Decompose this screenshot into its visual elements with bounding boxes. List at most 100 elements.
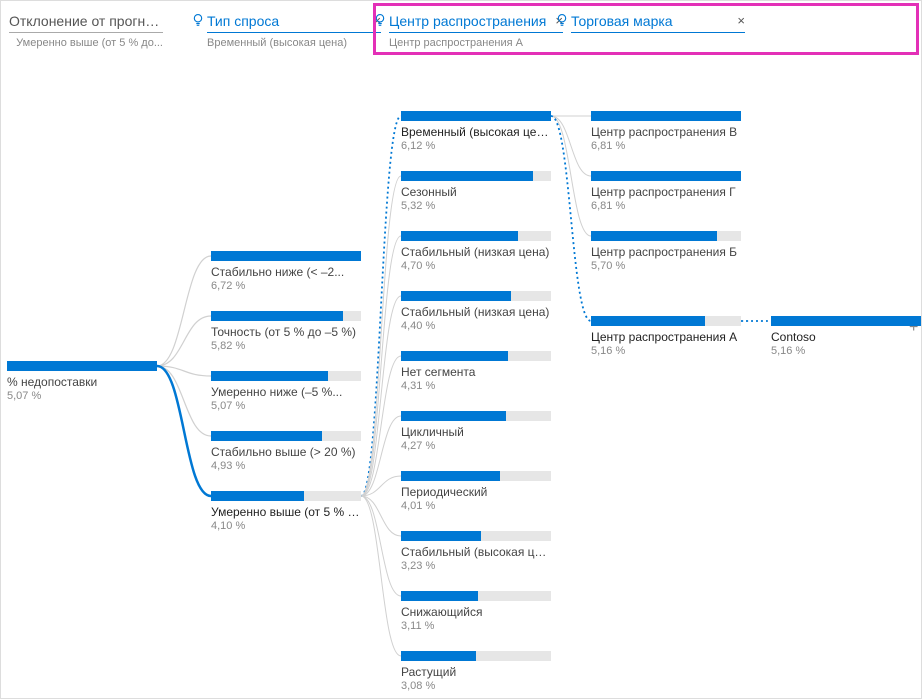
level2-node[interactable]: Стабильный (низкая цена)4,70 % — [401, 231, 551, 272]
node-value: 4,01 % — [401, 500, 551, 512]
lightbulb-icon — [191, 13, 205, 27]
breadcrumb-root-title: Отклонение от прогноза — [9, 11, 163, 33]
node-label: Сезонный — [401, 185, 551, 199]
node-value: 6,72 % — [211, 280, 361, 292]
node-value: 4,70 % — [401, 260, 551, 272]
node-label: Временный (высокая цена) — [401, 125, 551, 139]
level1-node[interactable]: Стабильно выше (> 20 %)4,93 % — [211, 431, 361, 472]
value-bar — [591, 316, 741, 326]
node-value: 5,70 % — [591, 260, 741, 272]
node-value: 5,82 % — [211, 340, 361, 352]
level2-node[interactable]: Растущий3,08 % — [401, 651, 551, 692]
breadcrumb-item-0[interactable]: Тип спроса × Временный (высокая цена) — [207, 11, 381, 49]
node-label: Стабильно выше (> 20 %) — [211, 445, 361, 459]
value-bar — [401, 291, 551, 301]
level2-node[interactable]: Сезонный5,32 % — [401, 171, 551, 212]
breadcrumb-bar: Отклонение от прогноза Умеренно выше (от… — [1, 1, 921, 61]
level3-node[interactable]: Центр распространения Б5,70 % — [591, 231, 741, 272]
breadcrumb-root[interactable]: Отклонение от прогноза Умеренно выше (от… — [9, 11, 169, 49]
node-label: Периодический — [401, 485, 551, 499]
value-bar — [211, 491, 361, 501]
value-bar — [401, 411, 551, 421]
level2-node[interactable]: Снижающийся3,11 % — [401, 591, 551, 632]
value-bar — [591, 111, 741, 121]
level2-node[interactable]: Периодический4,01 % — [401, 471, 551, 512]
level4-node[interactable]: Contoso5,16 % — [771, 316, 921, 357]
node-label: Стабильный (высокая цена) — [401, 545, 551, 559]
breadcrumb-title: Центр распространения — [389, 11, 563, 33]
level2-node[interactable]: Стабильный (низкая цена)4,40 % — [401, 291, 551, 332]
value-bar — [401, 471, 551, 481]
level3-node[interactable]: Центр распространения В6,81 % — [591, 111, 741, 152]
node-value: 4,93 % — [211, 460, 361, 472]
node-label: Центр распространения Г — [591, 185, 741, 199]
node-label: Растущий — [401, 665, 551, 679]
value-bar — [591, 231, 741, 241]
node-value: 4,31 % — [401, 380, 551, 392]
root-node[interactable]: % недопоставки5,07 % — [7, 361, 157, 402]
breadcrumb-sub: Временный (высокая цена) — [207, 33, 381, 49]
node-value: 4,10 % — [211, 520, 361, 532]
node-label: Стабильный (низкая цена) — [401, 245, 551, 259]
level1-node[interactable]: Умеренно выше (от 5 % до...4,10 % — [211, 491, 361, 532]
node-value: 6,12 % — [401, 140, 551, 152]
node-label: Центр распространения А — [591, 330, 741, 344]
value-bar — [401, 351, 551, 361]
breadcrumb-sub: Центр распространения А — [389, 33, 563, 49]
node-value: 6,81 % — [591, 200, 741, 212]
node-label: Нет сегмента — [401, 365, 551, 379]
node-value: 4,40 % — [401, 320, 551, 332]
value-bar — [7, 361, 157, 371]
node-label: Умеренно выше (от 5 % до... — [211, 505, 361, 519]
node-value: 5,16 % — [771, 345, 921, 357]
level2-node[interactable]: Цикличный4,27 % — [401, 411, 551, 452]
value-bar — [401, 531, 551, 541]
level2-node[interactable]: Стабильный (высокая цена)3,23 % — [401, 531, 551, 572]
breadcrumb-root-sub: Умеренно выше (от 5 % до... — [9, 33, 163, 49]
level1-node[interactable]: Точность (от 5 % до –5 %)5,82 % — [211, 311, 361, 352]
breadcrumb-item-2[interactable]: Торговая марка × — [571, 11, 745, 37]
lightbulb-icon — [555, 13, 569, 27]
node-label: Стабильный (низкая цена) — [401, 305, 551, 319]
tree-canvas: + % недопоставки5,07 %Стабильно ниже (< … — [1, 61, 921, 698]
value-bar — [591, 171, 741, 181]
node-value: 5,07 % — [211, 400, 361, 412]
value-bar — [211, 311, 361, 321]
node-label: Снижающийся — [401, 605, 551, 619]
value-bar — [401, 651, 551, 661]
breadcrumb-sub — [571, 33, 745, 37]
level1-node[interactable]: Умеренно ниже (–5 %...5,07 % — [211, 371, 361, 412]
value-bar — [211, 251, 361, 261]
node-value: 3,23 % — [401, 560, 551, 572]
level1-node[interactable]: Стабильно ниже (< –2...6,72 % — [211, 251, 361, 292]
level2-node[interactable]: Нет сегмента4,31 % — [401, 351, 551, 392]
node-value: 5,07 % — [7, 390, 157, 402]
breadcrumb-item-1[interactable]: Центр распространения × Центр распростра… — [389, 11, 563, 49]
node-label: Центр распространения Б — [591, 245, 741, 259]
node-label: % недопоставки — [7, 375, 157, 389]
node-label: Точность (от 5 % до –5 %) — [211, 325, 361, 339]
level3-node[interactable]: Центр распространения А5,16 % — [591, 316, 741, 357]
value-bar — [401, 591, 551, 601]
node-value: 4,27 % — [401, 440, 551, 452]
node-value: 3,11 % — [401, 620, 551, 632]
node-value: 5,32 % — [401, 200, 551, 212]
close-icon[interactable]: × — [737, 13, 745, 28]
level3-node[interactable]: Центр распространения Г6,81 % — [591, 171, 741, 212]
node-label: Contoso — [771, 330, 921, 344]
node-label: Центр распространения В — [591, 125, 741, 139]
value-bar — [211, 371, 361, 381]
lightbulb-icon — [373, 13, 387, 27]
node-label: Стабильно ниже (< –2... — [211, 265, 361, 279]
node-label: Умеренно ниже (–5 %... — [211, 385, 361, 399]
value-bar — [401, 111, 551, 121]
value-bar — [401, 231, 551, 241]
level2-node[interactable]: Временный (высокая цена)6,12 % — [401, 111, 551, 152]
value-bar — [771, 316, 921, 326]
value-bar — [211, 431, 361, 441]
node-value: 5,16 % — [591, 345, 741, 357]
breadcrumb-title: Тип спроса — [207, 11, 381, 33]
node-value: 3,08 % — [401, 680, 551, 692]
node-label: Цикличный — [401, 425, 551, 439]
value-bar — [401, 171, 551, 181]
